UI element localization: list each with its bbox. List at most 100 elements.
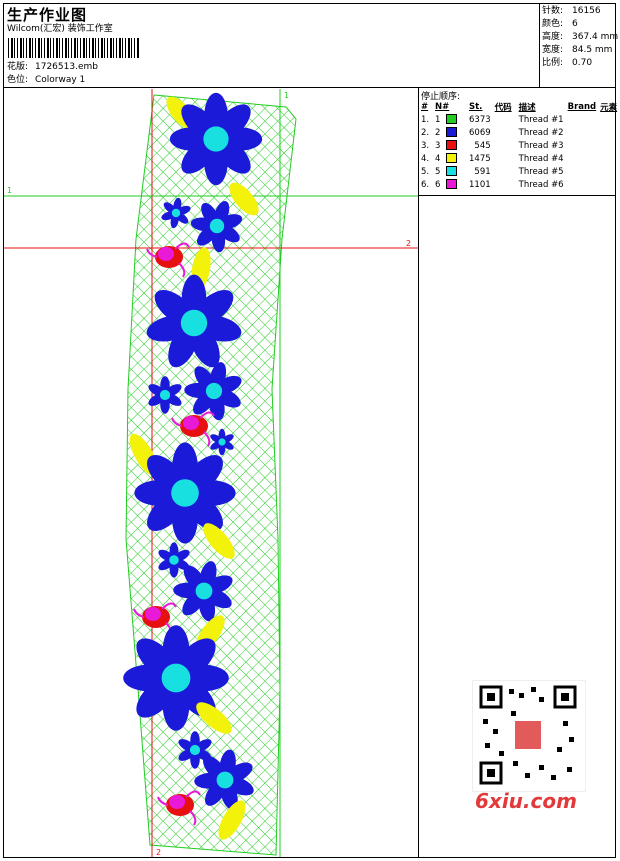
thread-index: 5. (421, 166, 430, 177)
thread-color-swatch (446, 127, 458, 138)
thread-description: Thread #5 (518, 166, 564, 177)
thread-color-swatch (446, 153, 458, 164)
company-name: Wilcom(汇宏) 装饰工作室 (7, 24, 113, 34)
thread-index: 2. (421, 127, 430, 138)
thread-needle-number: 1 (435, 114, 441, 125)
design-stats: 针数: 16156 颜色: 6 高度: 367.4 mm 宽度: 84.5 mm 比例:… (542, 5, 618, 70)
thread-needle-number: 3 (435, 140, 441, 151)
stat-width: 宽度: 84.5 mm (542, 45, 613, 55)
thread-index: 6. (421, 179, 430, 190)
barcode (8, 38, 140, 58)
thread-stitches: 1101 (469, 179, 491, 190)
bud-highlight (145, 607, 161, 621)
guide-label-1-left: 1 (7, 186, 12, 195)
flower-center (195, 582, 213, 600)
stat-scale: 比例: 0.70 (542, 58, 593, 68)
col-index: # (421, 101, 429, 112)
thread-code (493, 113, 517, 126)
flower-center (180, 309, 208, 337)
thread-row: 3. 3 545 Thread #3 (419, 139, 619, 152)
colorway-value: Colorway 1 (35, 75, 86, 85)
thread-color-swatch (446, 114, 458, 125)
thread-row: 6. 6 1101 Thread #6 (419, 178, 619, 191)
col-element: 元素 (600, 102, 618, 113)
bud-highlight (158, 247, 174, 261)
thread-index: 3. (421, 140, 430, 151)
thread-code (493, 139, 517, 152)
stat-height: 高度: 367.4 mm (542, 32, 619, 42)
bud-highlight (169, 795, 185, 809)
thread-needle: 4 (433, 152, 467, 165)
thread-element (598, 165, 619, 178)
thread-table: # N# St. 代码 描述 Brand 元素 1. 1 6373 Thread #1… (419, 100, 619, 191)
flower-center (205, 382, 223, 400)
thread-needle-number: 5 (435, 166, 441, 177)
thread-description: Thread #4 (518, 153, 564, 164)
thread-needle: 6 (433, 178, 467, 191)
thread-color-swatch (446, 140, 458, 151)
col-brand: Brand (567, 101, 597, 112)
thread-brand (566, 139, 599, 152)
thread-index: 1. (421, 114, 430, 125)
thread-needle: 1 (433, 113, 467, 126)
col-stitches: St. (469, 101, 483, 112)
flower-center (203, 126, 229, 152)
thread-row: 1. 1 6373 Thread #1 (419, 113, 619, 126)
thread-description: Thread #1 (518, 114, 564, 125)
canvas-divider (418, 88, 419, 858)
thread-row: 2. 2 6069 Thread #2 (419, 126, 619, 139)
qr-pattern (479, 685, 577, 785)
colorway-label: 色位: (7, 75, 29, 85)
thread-code (493, 178, 517, 191)
design-value: 1726513.emb (35, 62, 98, 72)
thread-element (598, 126, 619, 139)
thread-element (598, 178, 619, 191)
qr-seal (515, 721, 541, 749)
thread-color-swatch (446, 179, 458, 190)
thread-brand (566, 152, 599, 165)
thread-color-swatch (446, 166, 458, 177)
qr-code (472, 680, 586, 792)
thread-needle-number: 2 (435, 127, 441, 138)
thread-element (598, 113, 619, 126)
thread-needle-number: 4 (435, 153, 441, 164)
thread-code (493, 165, 517, 178)
thread-description: Thread #3 (518, 140, 564, 151)
thread-row: 4. 4 1475 Thread #4 (419, 152, 619, 165)
col-code: 代码 (494, 102, 512, 113)
stat-stitches: 针数: 16156 (542, 6, 601, 16)
flower-center (169, 555, 179, 565)
table-divider (418, 195, 616, 196)
flower-center (216, 771, 234, 789)
thread-brand (566, 113, 599, 126)
flower-center (171, 208, 181, 218)
thread-brand (566, 126, 599, 139)
thread-brand (566, 165, 599, 178)
thread-needle: 3 (433, 139, 467, 152)
guide-label-1-top: 1 (284, 91, 289, 100)
stats-divider (539, 3, 540, 88)
col-description: 描述 (518, 102, 536, 113)
thread-stitches: 6069 (469, 127, 491, 138)
watermark: 6xiu.com (475, 789, 577, 813)
thread-stitches: 1475 (469, 153, 491, 164)
flower-center (218, 438, 226, 446)
header-divider (3, 87, 616, 88)
thread-code (493, 126, 517, 139)
thread-element (598, 152, 619, 165)
thread-code (493, 152, 517, 165)
thread-brand (566, 178, 599, 191)
embroidery-canvas: 1 1 2 2 (4, 89, 418, 857)
thread-table-header: # N# St. 代码 描述 Brand 元素 (419, 100, 619, 113)
thread-description: Thread #2 (518, 127, 564, 138)
flower-center (159, 389, 171, 401)
thread-needle-number: 6 (435, 179, 441, 190)
flower-center (171, 479, 199, 507)
design-label: 花版: (7, 62, 29, 72)
col-needle: N# (435, 101, 450, 112)
flower-center (161, 663, 191, 693)
thread-index: 4. (421, 153, 430, 164)
guide-label-2-bottom: 2 (156, 848, 161, 857)
thread-stitches: 545 (474, 140, 491, 151)
stat-colors: 颜色: 6 (542, 19, 578, 29)
